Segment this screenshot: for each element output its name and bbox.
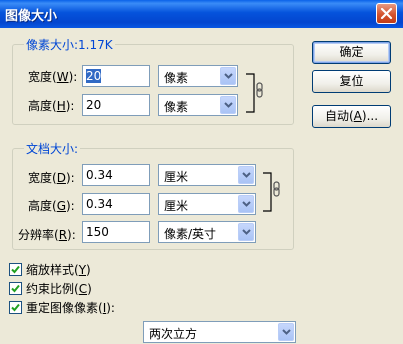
- resample-checkbox[interactable]: [9, 301, 22, 314]
- doc-width-unit-select[interactable]: 厘米: [158, 164, 256, 186]
- pixel-width-label: 宽度(W):: [28, 70, 78, 84]
- resample-method-select[interactable]: 两次立方: [143, 321, 296, 343]
- pixel-height-label: 高度(H):: [28, 99, 75, 113]
- chevron-down-icon[interactable]: [238, 223, 254, 241]
- pixel-width-unit-select[interactable]: 像素: [158, 65, 238, 87]
- checkmark-icon: [11, 265, 20, 274]
- doc-width-unit-value: 厘米: [164, 170, 189, 184]
- chain-link-icon: [273, 181, 280, 197]
- doc-height-unit-select[interactable]: 厘米: [158, 193, 256, 215]
- window-title: 图像大小: [5, 9, 58, 24]
- doc-height-input[interactable]: 0.34: [82, 193, 150, 215]
- resolution-input[interactable]: 150: [82, 221, 150, 243]
- resolution-label: 分辨率(R):: [18, 228, 76, 242]
- chevron-down-icon[interactable]: [238, 166, 254, 184]
- chevron-down-icon[interactable]: [220, 67, 236, 85]
- chevron-down-icon[interactable]: [278, 323, 294, 341]
- scale-styles-checkbox[interactable]: [9, 263, 22, 276]
- pixel-height-input[interactable]: 20: [82, 94, 150, 116]
- checkmark-icon: [11, 284, 20, 293]
- pixel-link-bracket: [246, 73, 263, 113]
- doc-height-label: 高度(G):: [28, 199, 75, 213]
- document-size-title: 文档大小:: [24, 140, 81, 157]
- resolution-unit-select[interactable]: 像素/英寸: [158, 221, 256, 243]
- checkmark-icon: [11, 303, 20, 312]
- resample-label[interactable]: 重定图像像素(I):: [26, 299, 115, 316]
- constrain-proportions-label[interactable]: 约束比例(C): [26, 280, 92, 297]
- chevron-down-icon[interactable]: [238, 195, 254, 213]
- resample-method-value: 两次立方: [149, 327, 198, 341]
- scale-styles-label[interactable]: 缩放样式(Y): [26, 261, 91, 278]
- resolution-unit-value: 像素/英寸: [164, 227, 217, 241]
- title-bar: 图像大小: [0, 0, 403, 28]
- pixel-width-input[interactable]: 20: [82, 65, 150, 87]
- constrain-proportions-checkbox[interactable]: [9, 282, 22, 295]
- doc-width-input[interactable]: 0.34: [82, 164, 150, 186]
- chain-link-icon: [256, 82, 263, 98]
- pixel-height-unit-select[interactable]: 像素: [158, 94, 238, 116]
- doc-link-bracket: [263, 172, 280, 212]
- auto-button[interactable]: 自动(A)...: [312, 105, 391, 128]
- pixel-height-unit-value: 像素: [164, 100, 189, 114]
- close-button[interactable]: [376, 3, 397, 24]
- chevron-down-icon[interactable]: [220, 96, 236, 114]
- doc-width-label: 宽度(D):: [28, 171, 75, 185]
- pixel-width-unit-value: 像素: [164, 71, 189, 85]
- pixel-dimensions-title: 像素大小:1.17K: [24, 36, 115, 53]
- ok-button[interactable]: 确定: [312, 41, 391, 64]
- doc-height-unit-value: 厘米: [164, 199, 189, 213]
- close-icon: [380, 7, 393, 20]
- reset-button[interactable]: 复位: [312, 70, 391, 93]
